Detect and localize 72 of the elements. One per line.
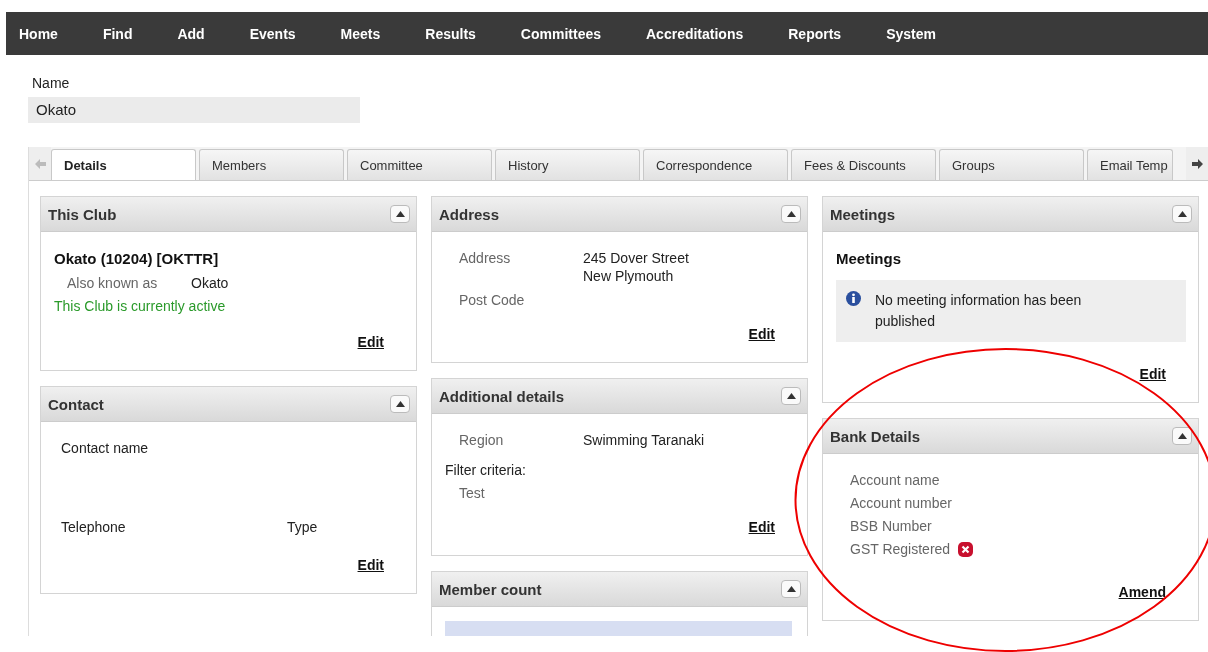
field-label: Address (459, 250, 512, 266)
panel-title: Member count (439, 580, 542, 598)
nav-item[interactable]: Accreditations (646, 25, 744, 42)
field-label: Name (31, 75, 71, 91)
panel-title: Address (439, 205, 500, 223)
triangle-icon (786, 211, 796, 217)
edit-link[interactable]: Edit (748, 519, 775, 535)
section-heading: Meetings (836, 250, 902, 267)
nav-item[interactable]: System (886, 25, 936, 42)
nav-item[interactable]: Committees (520, 25, 601, 42)
field-label: GST Registered (850, 541, 951, 557)
arrow-right-icon (1191, 158, 1203, 169)
field-label: Account number (850, 495, 953, 511)
nav-item[interactable]: Home (19, 25, 58, 42)
tab[interactable]: Groups (939, 149, 1084, 180)
field-label: BSB Number (850, 518, 933, 534)
collapse-button[interactable] (781, 580, 801, 598)
field-label: Contact name (60, 440, 150, 456)
triangle-icon (1177, 211, 1187, 217)
field-label: Type (287, 519, 318, 535)
field-label: Telephone (61, 519, 127, 535)
scroll-right-button[interactable] (1186, 147, 1208, 180)
triangle-icon (395, 401, 405, 407)
triangle-icon (1177, 433, 1187, 439)
tab[interactable]: History (495, 149, 640, 180)
tab[interactable]: Email Temp (1087, 149, 1173, 180)
field-label: Also known as (67, 275, 159, 291)
nav-item[interactable]: Results (425, 25, 476, 42)
info-icon (846, 291, 861, 306)
info-message: No meeting information has been published (875, 291, 1083, 331)
edit-link[interactable]: Edit (357, 334, 384, 350)
tab[interactable]: Members (199, 149, 344, 180)
panel-title: Meetings (830, 205, 895, 223)
collapse-button[interactable] (1172, 427, 1192, 445)
nav-item[interactable]: Reports (788, 25, 842, 42)
panel-title: Bank Details (830, 427, 921, 445)
nav-item[interactable]: Events (249, 25, 296, 42)
status-text: This Club is currently active (54, 298, 227, 314)
nav-item[interactable]: Add (177, 25, 205, 42)
address-line: 245 Dover Street (583, 250, 689, 266)
tab[interactable]: Committee (347, 149, 492, 180)
field-label: Account name (850, 472, 941, 488)
field-value: Okato (191, 275, 229, 291)
edit-link[interactable]: Edit (1139, 366, 1166, 382)
panel-title: This Club (48, 205, 117, 223)
field-value: Test (458, 485, 486, 501)
triangle-icon (395, 211, 405, 217)
name-field: Okato (28, 97, 360, 123)
field-value: Swimming Taranaki (583, 432, 705, 448)
tab[interactable]: Correspondence (643, 149, 788, 180)
arrow-left-icon (34, 158, 46, 169)
tab[interactable]: Fees & Discounts (791, 149, 936, 180)
tab[interactable]: Details (51, 149, 196, 180)
field-label: Filter criteria: (445, 462, 527, 478)
collapse-button[interactable] (390, 395, 410, 413)
collapse-button[interactable] (1172, 205, 1192, 223)
triangle-icon (786, 393, 796, 399)
collapse-button[interactable] (390, 205, 410, 223)
collapse-button[interactable] (781, 205, 801, 223)
address-line: New Plymouth (583, 268, 675, 284)
collapse-button[interactable] (781, 387, 801, 405)
edit-link[interactable]: Edit (357, 557, 384, 573)
edit-link[interactable]: Amend (1118, 584, 1166, 600)
nav-item[interactable]: Meets (340, 25, 381, 42)
panel-title: Additional details (439, 387, 564, 405)
edit-link[interactable]: Edit (748, 326, 775, 342)
club-heading: Okato (10204) [OKTTR] (54, 250, 220, 267)
field-label: Region (459, 432, 505, 448)
triangle-icon (786, 586, 796, 592)
field-label: Post Code (459, 292, 525, 308)
panel-title: Contact (48, 395, 104, 413)
nav-item[interactable]: Find (102, 25, 133, 42)
